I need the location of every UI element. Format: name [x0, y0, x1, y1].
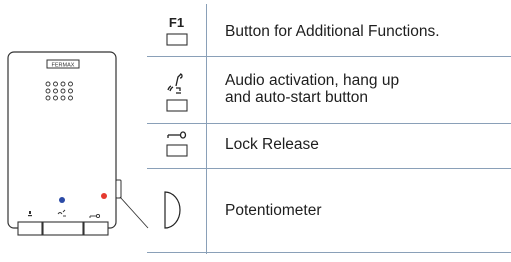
side-potentiometer-knob	[115, 179, 122, 199]
brand-logo-text: FERMAX	[52, 63, 75, 69]
led-red	[101, 193, 107, 199]
legend-label-f1: Button for Additional Functions.	[225, 23, 440, 40]
potentiometer-icon	[164, 191, 181, 229]
legend-row-audio: Audio activation, hang up and auto-start…	[147, 56, 511, 123]
legend-row-lock: Lock Release	[147, 123, 511, 168]
legend-label-lock: Lock Release	[225, 136, 319, 153]
legend-row-f1: F1 Button for Additional Functions.	[147, 4, 511, 56]
legend-icon-cell	[147, 168, 206, 252]
legend-icon-cell	[147, 56, 206, 123]
legend-label-audio-line2: and auto-start button	[225, 89, 369, 106]
bottom-button-audio	[42, 221, 84, 236]
bottom-button-lock	[83, 221, 109, 236]
led-blue	[59, 197, 65, 203]
bottom-button-f1	[17, 221, 43, 236]
audio-handset-icon	[166, 73, 188, 112]
f1-button-icon: F1	[166, 15, 188, 46]
svg-text:F1: F1	[169, 15, 184, 30]
pointer-line	[119, 196, 149, 229]
legend-row-divider	[147, 252, 511, 253]
legend-table: F1 Button for Additional Functions. Audi…	[147, 4, 511, 254]
legend-label-audio-line1: Audio activation, hang up	[225, 72, 400, 89]
legend-icon-cell: F1	[147, 4, 206, 56]
intercom-device-illustration: FERMAX	[7, 51, 149, 236]
legend-row-potentiometer: Potentiometer	[147, 168, 511, 252]
legend-icon-cell	[147, 123, 206, 168]
legend-label-potentiometer: Potentiometer	[225, 202, 322, 219]
key-icon	[166, 131, 188, 157]
